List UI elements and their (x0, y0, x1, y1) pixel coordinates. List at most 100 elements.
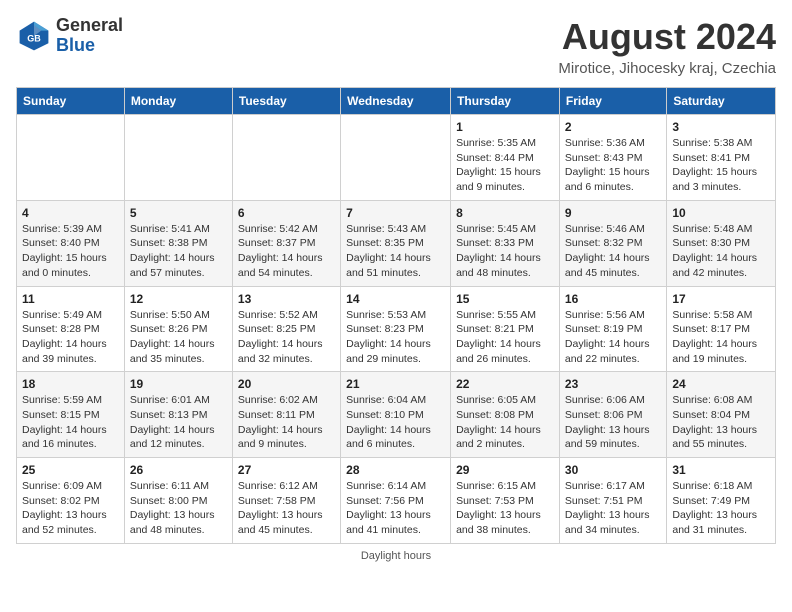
day-info: Sunrise: 6:08 AM Sunset: 8:04 PM Dayligh… (672, 393, 770, 452)
day-number: 16 (565, 292, 661, 306)
day-info: Sunrise: 6:12 AM Sunset: 7:58 PM Dayligh… (238, 479, 335, 538)
day-number: 12 (130, 292, 227, 306)
title-block: August 2024 Mirotice, Jihocesky kraj, Cz… (558, 16, 776, 77)
day-info: Sunrise: 6:05 AM Sunset: 8:08 PM Dayligh… (456, 393, 554, 452)
day-number: 3 (672, 120, 770, 134)
day-info: Sunrise: 6:18 AM Sunset: 7:49 PM Dayligh… (672, 479, 770, 538)
day-number: 13 (238, 292, 335, 306)
location: Mirotice, Jihocesky kraj, Czechia (558, 60, 776, 77)
day-info: Sunrise: 5:55 AM Sunset: 8:21 PM Dayligh… (456, 308, 554, 367)
day-info: Sunrise: 6:09 AM Sunset: 8:02 PM Dayligh… (22, 479, 119, 538)
calendar-cell: 6 Sunrise: 5:42 AM Sunset: 8:37 PM Daylig… (232, 200, 340, 286)
calendar-cell: 26 Sunrise: 6:11 AM Sunset: 8:00 PM Dayli… (124, 458, 232, 544)
logo: GB General Blue (16, 16, 123, 56)
calendar-cell: 10 Sunrise: 5:48 AM Sunset: 8:30 PM Dayli… (667, 200, 776, 286)
day-number: 14 (346, 292, 445, 306)
day-info: Sunrise: 5:48 AM Sunset: 8:30 PM Dayligh… (672, 222, 770, 281)
day-number: 29 (456, 463, 554, 477)
day-info: Sunrise: 5:56 AM Sunset: 8:19 PM Dayligh… (565, 308, 661, 367)
calendar-table: SundayMondayTuesdayWednesdayThursdayFrid… (16, 87, 776, 544)
day-number: 5 (130, 206, 227, 220)
calendar-cell: 28 Sunrise: 6:14 AM Sunset: 7:56 PM Dayli… (341, 458, 451, 544)
calendar-cell: 13Sunrise: 5:52 AM Sunset: 8:25 PM Dayli… (232, 286, 340, 372)
day-number: 10 (672, 206, 770, 220)
calendar-cell (17, 115, 125, 201)
calendar-cell: 17 Sunrise: 5:58 AM Sunset: 8:17 PM Dayli… (667, 286, 776, 372)
day-info: Sunrise: 5:38 AM Sunset: 8:41 PM Dayligh… (672, 136, 770, 195)
svg-text:GB: GB (27, 33, 41, 43)
day-info: Sunrise: 6:17 AM Sunset: 7:51 PM Dayligh… (565, 479, 661, 538)
day-number: 26 (130, 463, 227, 477)
calendar-cell: 3 Sunrise: 5:38 AM Sunset: 8:41 PM Daylig… (667, 115, 776, 201)
day-info: Sunrise: 5:53 AM Sunset: 8:23 PM Dayligh… (346, 308, 445, 367)
col-header-friday: Friday (559, 88, 666, 115)
calendar-cell: 1Sunrise: 5:35 AM Sunset: 8:44 PM Daylig… (451, 115, 560, 201)
day-info: Sunrise: 5:41 AM Sunset: 8:38 PM Dayligh… (130, 222, 227, 281)
day-number: 19 (130, 377, 227, 391)
calendar-cell (232, 115, 340, 201)
day-info: Sunrise: 6:01 AM Sunset: 8:13 PM Dayligh… (130, 393, 227, 452)
logo-text-general: General (56, 15, 123, 35)
col-header-tuesday: Tuesday (232, 88, 340, 115)
calendar-cell: 9Sunrise: 5:46 AM Sunset: 8:32 PM Daylig… (559, 200, 666, 286)
day-info: Sunrise: 5:50 AM Sunset: 8:26 PM Dayligh… (130, 308, 227, 367)
day-info: Sunrise: 6:15 AM Sunset: 7:53 PM Dayligh… (456, 479, 554, 538)
day-number: 9 (565, 206, 661, 220)
day-number: 11 (22, 292, 119, 306)
col-header-saturday: Saturday (667, 88, 776, 115)
day-info: Sunrise: 5:59 AM Sunset: 8:15 PM Dayligh… (22, 393, 119, 452)
day-info: Sunrise: 5:42 AM Sunset: 8:37 PM Dayligh… (238, 222, 335, 281)
calendar-cell: 20Sunrise: 6:02 AM Sunset: 8:11 PM Dayli… (232, 372, 340, 458)
day-number: 1 (456, 120, 554, 134)
calendar-cell: 18Sunrise: 5:59 AM Sunset: 8:15 PM Dayli… (17, 372, 125, 458)
day-number: 17 (672, 292, 770, 306)
day-info: Sunrise: 6:02 AM Sunset: 8:11 PM Dayligh… (238, 393, 335, 452)
calendar-cell: 25 Sunrise: 6:09 AM Sunset: 8:02 PM Dayli… (17, 458, 125, 544)
calendar-header-row: SundayMondayTuesdayWednesdayThursdayFrid… (17, 88, 776, 115)
day-number: 25 (22, 463, 119, 477)
day-info: Sunrise: 6:04 AM Sunset: 8:10 PM Dayligh… (346, 393, 445, 452)
calendar-cell: 22Sunrise: 6:05 AM Sunset: 8:08 PM Dayli… (451, 372, 560, 458)
calendar-cell: 29 Sunrise: 6:15 AM Sunset: 7:53 PM Dayli… (451, 458, 560, 544)
calendar-cell: 21 Sunrise: 6:04 AM Sunset: 8:10 PM Dayli… (341, 372, 451, 458)
page-header: GB General Blue August 2024 Mirotice, Ji… (16, 16, 776, 77)
calendar-week-2: 4Sunrise: 5:39 AM Sunset: 8:40 PM Daylig… (17, 200, 776, 286)
day-number: 23 (565, 377, 661, 391)
calendar-cell: 11 Sunrise: 5:49 AM Sunset: 8:28 PM Dayli… (17, 286, 125, 372)
day-number: 24 (672, 377, 770, 391)
calendar-cell: 24 Sunrise: 6:08 AM Sunset: 8:04 PM Dayli… (667, 372, 776, 458)
col-header-wednesday: Wednesday (341, 88, 451, 115)
month-title: August 2024 (558, 16, 776, 58)
col-header-sunday: Sunday (17, 88, 125, 115)
calendar-cell (341, 115, 451, 201)
day-info: Sunrise: 5:49 AM Sunset: 8:28 PM Dayligh… (22, 308, 119, 367)
calendar-week-4: 18Sunrise: 5:59 AM Sunset: 8:15 PM Dayli… (17, 372, 776, 458)
calendar-cell: 14 Sunrise: 5:53 AM Sunset: 8:23 PM Dayli… (341, 286, 451, 372)
day-info: Sunrise: 6:06 AM Sunset: 8:06 PM Dayligh… (565, 393, 661, 452)
calendar-cell: 7Sunrise: 5:43 AM Sunset: 8:35 PM Daylig… (341, 200, 451, 286)
day-info: Sunrise: 5:58 AM Sunset: 8:17 PM Dayligh… (672, 308, 770, 367)
calendar-week-5: 25 Sunrise: 6:09 AM Sunset: 8:02 PM Dayli… (17, 458, 776, 544)
day-number: 21 (346, 377, 445, 391)
logo-text-blue: Blue (56, 35, 95, 55)
col-header-thursday: Thursday (451, 88, 560, 115)
calendar-cell (124, 115, 232, 201)
calendar-cell: 12 Sunrise: 5:50 AM Sunset: 8:26 PM Dayli… (124, 286, 232, 372)
day-number: 30 (565, 463, 661, 477)
day-number: 8 (456, 206, 554, 220)
calendar-cell: 31Sunrise: 6:18 AM Sunset: 7:49 PM Dayli… (667, 458, 776, 544)
day-number: 6 (238, 206, 335, 220)
calendar-cell: 23 Sunrise: 6:06 AM Sunset: 8:06 PM Dayli… (559, 372, 666, 458)
day-info: Sunrise: 5:36 AM Sunset: 8:43 PM Dayligh… (565, 136, 661, 195)
day-info: Sunrise: 5:39 AM Sunset: 8:40 PM Dayligh… (22, 222, 119, 281)
day-number: 28 (346, 463, 445, 477)
calendar-week-1: 1Sunrise: 5:35 AM Sunset: 8:44 PM Daylig… (17, 115, 776, 201)
calendar-week-3: 11 Sunrise: 5:49 AM Sunset: 8:28 PM Dayli… (17, 286, 776, 372)
day-info: Sunrise: 6:14 AM Sunset: 7:56 PM Dayligh… (346, 479, 445, 538)
daylight-note: Daylight hours (16, 550, 776, 562)
day-number: 15 (456, 292, 554, 306)
calendar-cell: 2Sunrise: 5:36 AM Sunset: 8:43 PM Daylig… (559, 115, 666, 201)
day-info: Sunrise: 5:45 AM Sunset: 8:33 PM Dayligh… (456, 222, 554, 281)
day-info: Sunrise: 6:11 AM Sunset: 8:00 PM Dayligh… (130, 479, 227, 538)
day-number: 27 (238, 463, 335, 477)
